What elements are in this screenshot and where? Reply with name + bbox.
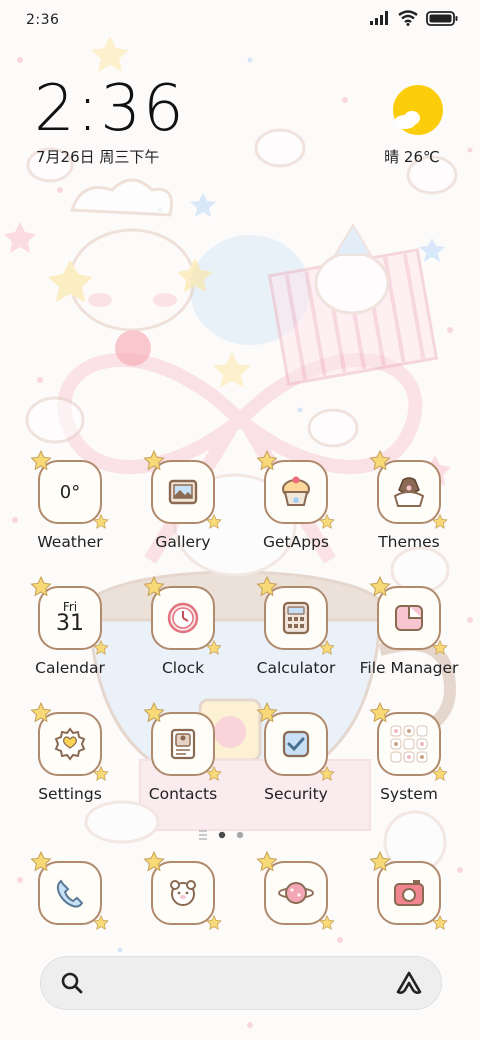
security-icon[interactable] xyxy=(256,702,335,781)
wifi-icon xyxy=(398,10,418,26)
app-clock[interactable]: Clock xyxy=(127,576,239,677)
app-label: File Manager xyxy=(359,659,459,677)
page-dot-1[interactable] xyxy=(218,831,226,839)
app-label: Weather xyxy=(37,533,103,551)
weather-widget[interactable]: 晴 26℃ xyxy=(384,84,450,167)
app-file-manager[interactable]: File Manager xyxy=(353,576,465,677)
app-label: Themes xyxy=(378,533,440,551)
app-label: Security xyxy=(264,785,328,803)
app-calculator[interactable]: Calculator xyxy=(240,576,352,677)
app-weather[interactable]: 0° Weather xyxy=(14,450,126,551)
search-bar[interactable] xyxy=(40,956,442,1010)
app-calendar[interactable]: Fri 31 Calendar xyxy=(14,576,126,677)
weather-temp: 0° xyxy=(59,481,81,503)
app-gallery[interactable]: Gallery xyxy=(127,450,239,551)
page-indicator xyxy=(199,830,244,840)
app-label: GetApps xyxy=(263,533,329,551)
app-label: Calculator xyxy=(256,659,336,677)
calculator-icon[interactable] xyxy=(256,576,335,655)
weather-widget-text: 晴 26℃ xyxy=(384,148,440,166)
wallpaper-chef-bunny xyxy=(48,178,213,366)
phone-icon[interactable] xyxy=(30,851,109,930)
app-themes[interactable]: Themes xyxy=(353,450,465,551)
dock-messages[interactable] xyxy=(127,851,239,930)
getapps-icon[interactable] xyxy=(256,450,335,529)
dock-browser[interactable] xyxy=(240,851,352,930)
calendar-icon[interactable]: Fri 31 xyxy=(30,576,109,655)
sun-cloud-icon xyxy=(392,84,444,136)
app-label: Calendar xyxy=(35,659,105,677)
clock-icon[interactable] xyxy=(143,576,222,655)
contacts-icon[interactable] xyxy=(143,702,222,781)
wallpaper-striped-towel xyxy=(267,223,439,386)
app-label: Contacts xyxy=(148,785,218,803)
dock-phone[interactable] xyxy=(14,851,126,930)
system-folder-icon[interactable] xyxy=(369,702,448,781)
app-settings[interactable]: Settings xyxy=(14,702,126,803)
app-label: Settings xyxy=(38,785,102,803)
app-label: System xyxy=(380,785,438,803)
app-system[interactable]: System xyxy=(353,702,465,803)
app-label: Clock xyxy=(161,659,205,677)
file-manager-icon[interactable] xyxy=(369,576,448,655)
app-label: Gallery xyxy=(155,533,211,551)
search-icon xyxy=(61,972,83,994)
battery-icon xyxy=(426,10,458,26)
browser-icon[interactable] xyxy=(256,851,335,930)
gallery-icon[interactable] xyxy=(143,450,222,529)
page-indicator-menu xyxy=(199,830,207,840)
assistant-icon[interactable] xyxy=(395,970,423,996)
app-getapps[interactable]: GetApps xyxy=(240,450,352,551)
messages-icon[interactable] xyxy=(143,851,222,930)
clock-widget-date[interactable]: 7月26日 周三下午 xyxy=(36,146,159,167)
signal-icon xyxy=(370,11,388,25)
app-contacts[interactable]: Contacts xyxy=(127,702,239,803)
status-time: 2:36 xyxy=(26,12,60,28)
dock-camera[interactable] xyxy=(353,851,465,930)
status-bar: 2:36 xyxy=(0,0,480,44)
camera-icon[interactable] xyxy=(369,851,448,930)
calendar-date: 31 xyxy=(56,611,84,636)
app-security[interactable]: Security xyxy=(240,702,352,803)
settings-icon[interactable] xyxy=(30,702,109,781)
clock-widget-time[interactable]: 2:36 xyxy=(34,72,186,146)
weather-icon[interactable]: 0° xyxy=(30,450,109,529)
themes-icon[interactable] xyxy=(369,450,448,529)
page-dot-2[interactable] xyxy=(236,831,244,839)
